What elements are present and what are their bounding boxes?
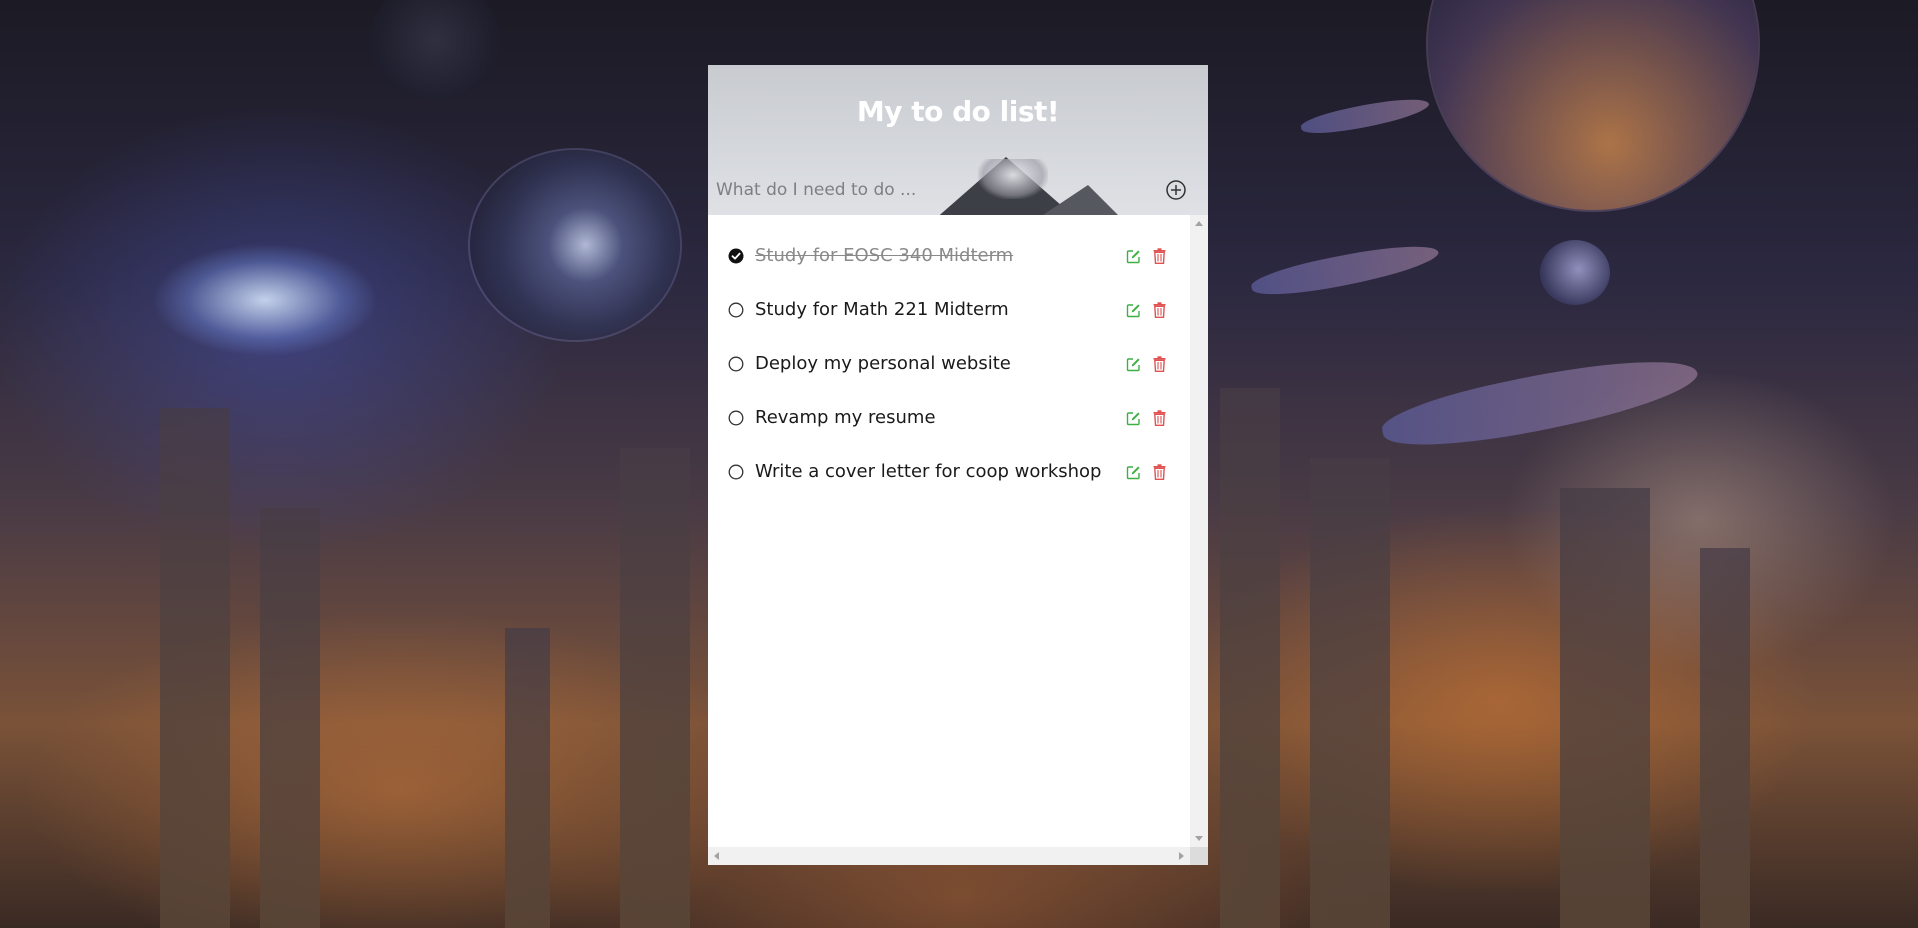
- scroll-up-arrow-icon[interactable]: [1195, 221, 1203, 226]
- planet-left-decoration: [470, 150, 680, 340]
- todo-item: Deploy my personal website: [708, 337, 1190, 391]
- scroll-right-arrow-icon[interactable]: [1179, 852, 1184, 860]
- trash-icon[interactable]: [1153, 248, 1166, 264]
- todo-item: Write a cover letter for coop workshop: [708, 445, 1190, 499]
- scroll-down-arrow-icon[interactable]: [1195, 836, 1203, 841]
- scrollbar-corner: [1190, 847, 1208, 865]
- todo-app-card: My to do list! Study for EOSC 340 Midter…: [708, 65, 1208, 865]
- planet-small-decoration: [1540, 240, 1610, 305]
- circle-check-icon[interactable]: [728, 248, 744, 264]
- building-decoration: [1310, 458, 1390, 928]
- trash-icon[interactable]: [1153, 302, 1166, 318]
- header-banner: My to do list!: [708, 65, 1208, 215]
- circle-icon[interactable]: [728, 356, 744, 372]
- todo-list: Study for EOSC 340 Midterm Study for Math…: [708, 215, 1190, 847]
- todo-item-text: Write a cover letter for coop workshop: [755, 461, 1102, 482]
- scroll-left-arrow-icon[interactable]: [714, 852, 719, 860]
- todo-item: Study for Math 221 Midterm: [708, 283, 1190, 337]
- building-decoration: [1700, 548, 1750, 928]
- building-decoration: [260, 508, 320, 928]
- edit-icon[interactable]: [1126, 249, 1141, 264]
- page-title: My to do list!: [856, 95, 1060, 128]
- edit-icon[interactable]: [1126, 465, 1141, 480]
- spaceship-decoration: [1377, 342, 1703, 463]
- todo-item-text: Study for EOSC 340 Midterm: [755, 245, 1014, 266]
- horizontal-scrollbar[interactable]: [708, 847, 1190, 865]
- building-decoration: [1220, 388, 1280, 928]
- building-decoration: [620, 448, 690, 928]
- building-decoration: [160, 408, 230, 928]
- todo-item: Study for EOSC 340 Midterm: [708, 229, 1190, 283]
- building-decoration: [505, 628, 550, 928]
- vertical-scrollbar[interactable]: [1190, 215, 1208, 847]
- circle-icon[interactable]: [728, 410, 744, 426]
- edit-icon[interactable]: [1126, 303, 1141, 318]
- todo-item-text: Deploy my personal website: [755, 353, 1011, 374]
- planet-top-decoration: [370, 0, 500, 100]
- new-todo-input[interactable]: [716, 173, 1136, 207]
- trash-icon[interactable]: [1153, 356, 1166, 372]
- add-todo-button[interactable]: [1165, 179, 1187, 201]
- edit-icon[interactable]: [1126, 357, 1141, 372]
- circle-icon[interactable]: [728, 464, 744, 480]
- building-decoration: [1560, 488, 1650, 928]
- edit-icon[interactable]: [1126, 411, 1141, 426]
- spaceship-decoration: [1299, 91, 1431, 141]
- circle-icon[interactable]: [728, 302, 744, 318]
- trash-icon[interactable]: [1153, 410, 1166, 426]
- todo-item: Revamp my resume: [708, 391, 1190, 445]
- todo-item-text: Study for Math 221 Midterm: [755, 299, 1009, 320]
- trash-icon[interactable]: [1153, 464, 1166, 480]
- todo-item-text: Revamp my resume: [755, 407, 936, 428]
- new-todo-row: [708, 173, 1208, 207]
- spaceship-decoration: [1248, 235, 1442, 305]
- planet-right-decoration: [1428, 0, 1758, 210]
